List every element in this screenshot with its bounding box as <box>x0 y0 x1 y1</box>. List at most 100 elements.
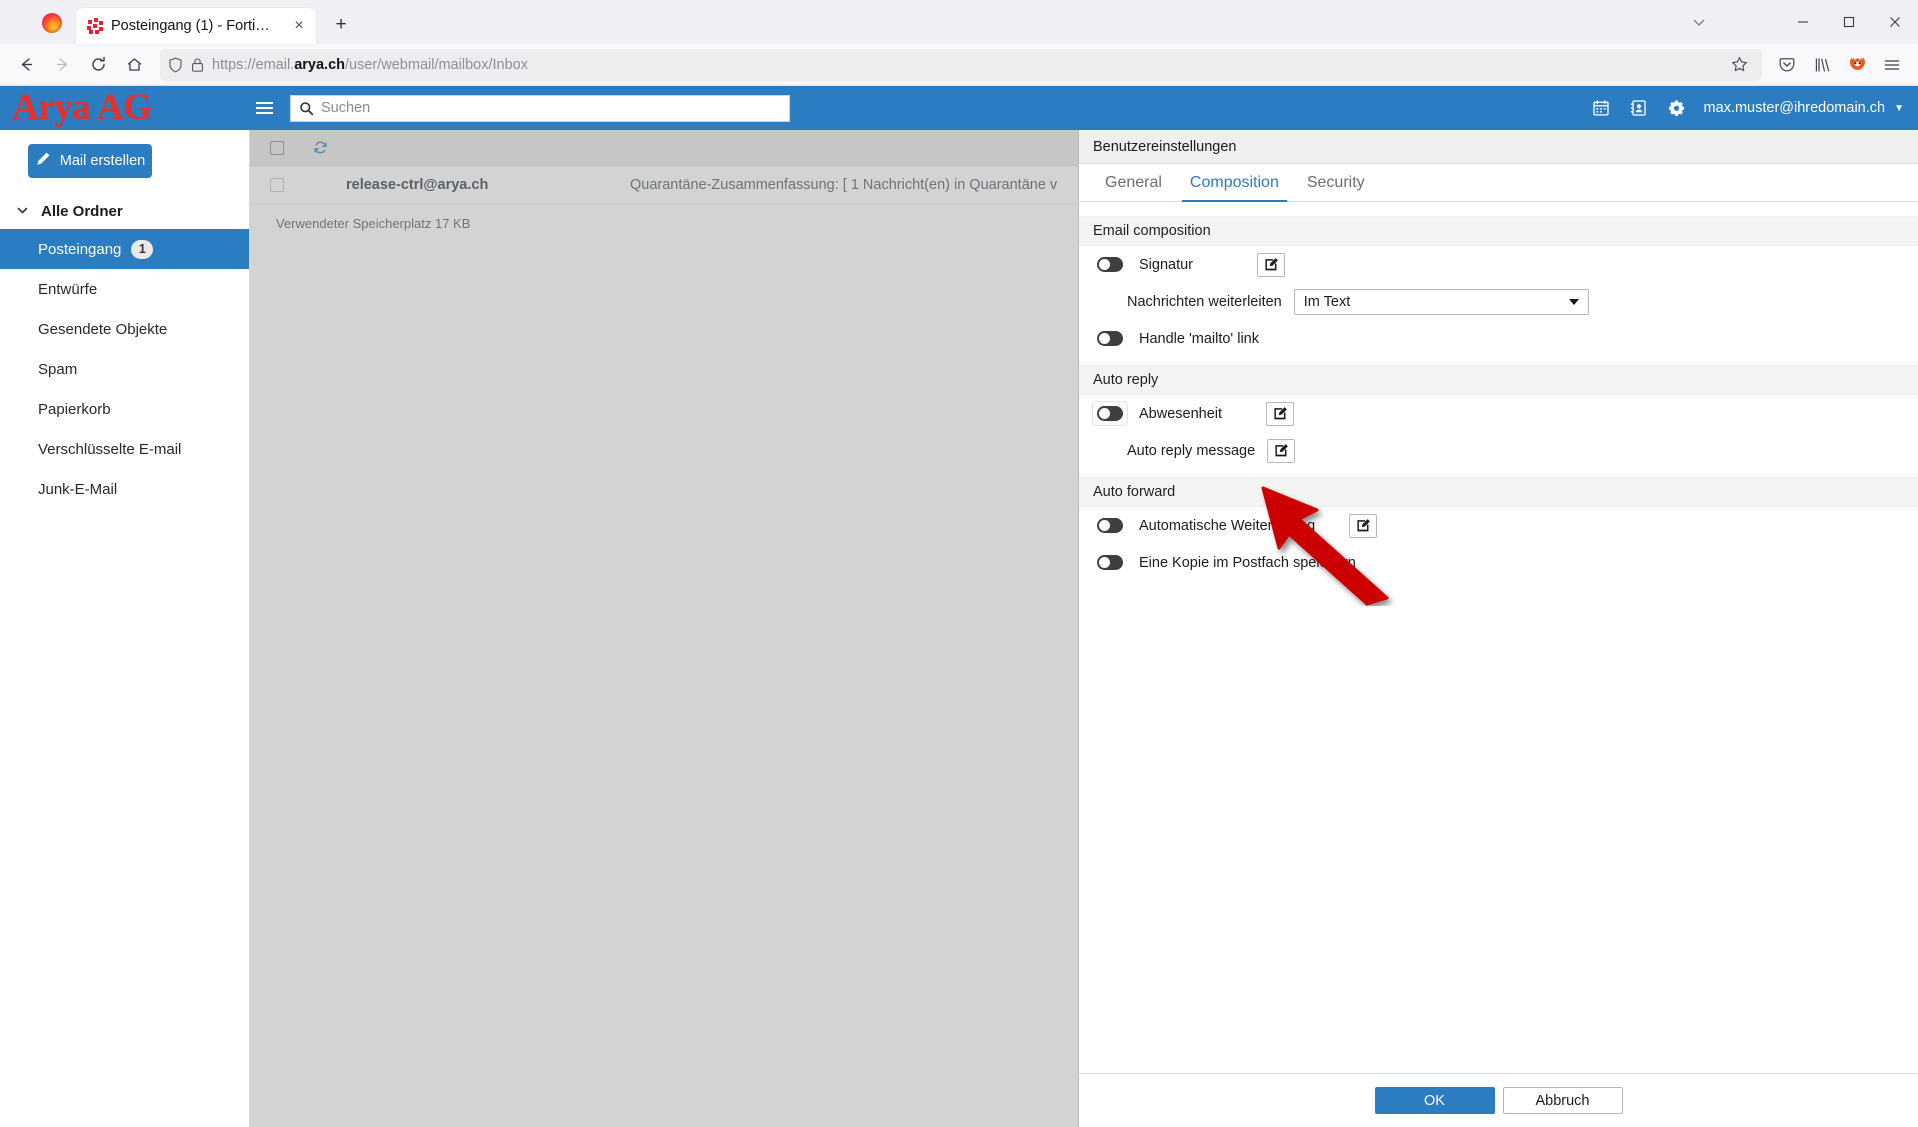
sidebar-item-spam[interactable]: Spam <box>0 349 249 389</box>
user-email-label[interactable]: max.muster@ihredomain.ch <box>1704 100 1886 116</box>
address-bar[interactable]: https://email.arya.ch/user/webmail/mailb… <box>160 48 1762 81</box>
tab-general[interactable]: General <box>1091 164 1176 201</box>
minimize-window-button[interactable] <box>1780 0 1826 44</box>
tab-list-chevron-icon[interactable] <box>1672 0 1726 44</box>
settings-footer: OK Abbruch <box>1079 1073 1918 1127</box>
nachrichten-weiterleiten-select[interactable]: Im Text <box>1293 288 1589 315</box>
setting-row-signatur: Signatur <box>1079 246 1918 283</box>
kopie-im-postfach-label: Eine Kopie im Postfach speichern <box>1139 554 1356 571</box>
search-placeholder: Suchen <box>321 100 371 116</box>
sidebar-item-gesendete-objekte[interactable]: Gesendete Objekte <box>0 309 249 349</box>
folder-label: Verschlüsselte E-mail <box>38 440 182 458</box>
sidebar-item-entwuerfe[interactable]: Entwürfe <box>0 269 249 309</box>
maximize-window-button[interactable] <box>1826 0 1872 44</box>
fortimail-favicon <box>87 18 103 34</box>
new-tab-button[interactable]: + <box>326 10 356 40</box>
url-path: /user/webmail/mailbox/Inbox <box>345 56 528 73</box>
nachrichten-weiterleiten-label: Nachrichten weiterleiten <box>1127 293 1282 310</box>
section-title-auto-forward: Auto forward <box>1079 477 1918 507</box>
tracking-protection-shield-icon[interactable] <box>168 57 183 73</box>
settings-gear-icon[interactable] <box>1660 91 1694 125</box>
library-icon[interactable] <box>1806 49 1838 81</box>
sidebar-item-papierkorb[interactable]: Papierkorb <box>0 389 249 429</box>
pencil-icon <box>35 151 51 171</box>
signatur-toggle[interactable] <box>1097 257 1123 272</box>
handle-mailto-toggle[interactable] <box>1097 331 1123 346</box>
tab-strip: Posteingang (1) - FortiMail × + <box>0 0 1918 44</box>
settings-title: Benutzereinstellungen <box>1079 130 1918 164</box>
unread-badge: 1 <box>131 239 154 259</box>
signatur-toggle-wrap[interactable] <box>1093 253 1127 276</box>
sidebar-item-verschluesselte-email[interactable]: Verschlüsselte E-mail <box>0 429 249 469</box>
lock-icon[interactable] <box>191 57 204 73</box>
all-folders-label: Alle Ordner <box>41 203 123 220</box>
close-window-button[interactable] <box>1872 0 1918 44</box>
url-text[interactable]: https://email.arya.ch/user/webmail/mailb… <box>212 57 1716 73</box>
firefox-account-icon[interactable] <box>1841 49 1873 81</box>
abwesenheit-toggle[interactable] <box>1097 406 1123 421</box>
table-row[interactable]: release-ctrl@arya.ch Quarantäne-Zusammen… <box>250 166 1078 204</box>
mail-list-toolbar <box>250 130 1078 166</box>
select-value: Im Text <box>1303 293 1351 310</box>
calendar-icon[interactable] <box>1584 91 1618 125</box>
cancel-button[interactable]: Abbruch <box>1502 1087 1623 1114</box>
addressbook-icon[interactable] <box>1622 91 1656 125</box>
refresh-icon[interactable] <box>312 139 329 156</box>
auto-reply-message-edit-button[interactable] <box>1267 438 1296 463</box>
user-menu-chevron-icon[interactable]: ▼ <box>1894 103 1904 114</box>
folder-label: Posteingang <box>38 240 122 258</box>
bookmark-star-icon[interactable] <box>1724 50 1754 80</box>
browser-tab[interactable]: Posteingang (1) - FortiMail × <box>76 8 316 44</box>
row-checkbox[interactable] <box>270 177 284 192</box>
section-title-auto-reply: Auto reply <box>1079 365 1918 395</box>
ok-button[interactable]: OK <box>1374 1087 1495 1114</box>
chevron-down-icon <box>16 204 29 220</box>
handle-mailto-label: Handle 'mailto' link <box>1139 330 1259 347</box>
select-all-checkbox[interactable] <box>270 140 284 155</box>
webmail-app: Arya AG Suchen max.muster@ihredomain.ch … <box>0 86 1918 1127</box>
handle-mailto-toggle-wrap[interactable] <box>1093 327 1127 350</box>
folder-label: Spam <box>38 360 78 378</box>
settings-content: Email composition Signatur Nachrichten w… <box>1079 202 1918 1073</box>
tab-security[interactable]: Security <box>1293 164 1379 201</box>
home-button[interactable] <box>118 49 151 81</box>
url-scheme: https://email. <box>212 56 295 73</box>
url-domain: arya.ch <box>294 56 345 73</box>
app-body: Mail erstellen Alle Ordner Posteingang 1… <box>0 130 1918 1127</box>
pocket-icon[interactable] <box>1771 49 1803 81</box>
signatur-edit-button[interactable] <box>1257 252 1286 277</box>
sidebar-item-posteingang[interactable]: Posteingang 1 <box>0 229 249 269</box>
reload-button[interactable] <box>82 49 115 81</box>
setting-row-abwesenheit: Abwesenheit <box>1079 395 1918 432</box>
abwesenheit-label: Abwesenheit <box>1139 405 1223 422</box>
forward-button[interactable] <box>46 49 79 81</box>
automatische-weiterleitung-toggle[interactable] <box>1097 518 1123 533</box>
compose-mail-button[interactable]: Mail erstellen <box>28 144 152 178</box>
abwesenheit-toggle-wrap[interactable] <box>1093 402 1127 425</box>
tab-composition[interactable]: Composition <box>1176 164 1293 202</box>
folder-label: Papierkorb <box>38 400 111 418</box>
signatur-label: Signatur <box>1139 256 1194 273</box>
sidebar-toggle-icon[interactable] <box>250 86 278 130</box>
automatische-weiterleitung-edit-button[interactable] <box>1349 513 1378 538</box>
automatische-weiterleitung-toggle-wrap[interactable] <box>1093 514 1127 537</box>
storage-used-label: Verwendeter Speicherplatz 17 KB <box>276 216 471 231</box>
folder-label: Junk-E-Mail <box>38 480 118 498</box>
abwesenheit-edit-button[interactable] <box>1266 401 1295 426</box>
section-title-email-composition: Email composition <box>1079 216 1918 246</box>
search-input[interactable]: Suchen <box>290 94 790 122</box>
kopie-im-postfach-toggle[interactable] <box>1097 555 1123 570</box>
all-folders-header[interactable]: Alle Ordner <box>0 194 249 229</box>
chevron-down-icon <box>1568 298 1579 305</box>
kopie-im-postfach-toggle-wrap[interactable] <box>1093 551 1127 574</box>
app-header: Arya AG Suchen max.muster@ihredomain.ch … <box>0 86 1918 130</box>
mail-subject: Quarantäne-Zusammenfassung: [ 1 Nachrich… <box>630 176 1058 193</box>
close-tab-icon[interactable]: × <box>288 15 310 37</box>
sidebar-item-junk-email[interactable]: Junk-E-Mail <box>0 469 249 509</box>
setting-row-kopie-im-postfach: Eine Kopie im Postfach speichern <box>1079 544 1918 581</box>
setting-row-handle-mailto: Handle 'mailto' link <box>1079 320 1918 357</box>
search-icon <box>299 101 314 116</box>
sidebar: Mail erstellen Alle Ordner Posteingang 1… <box>0 130 250 1127</box>
app-menu-icon[interactable] <box>1876 49 1908 81</box>
back-button[interactable] <box>10 49 43 81</box>
